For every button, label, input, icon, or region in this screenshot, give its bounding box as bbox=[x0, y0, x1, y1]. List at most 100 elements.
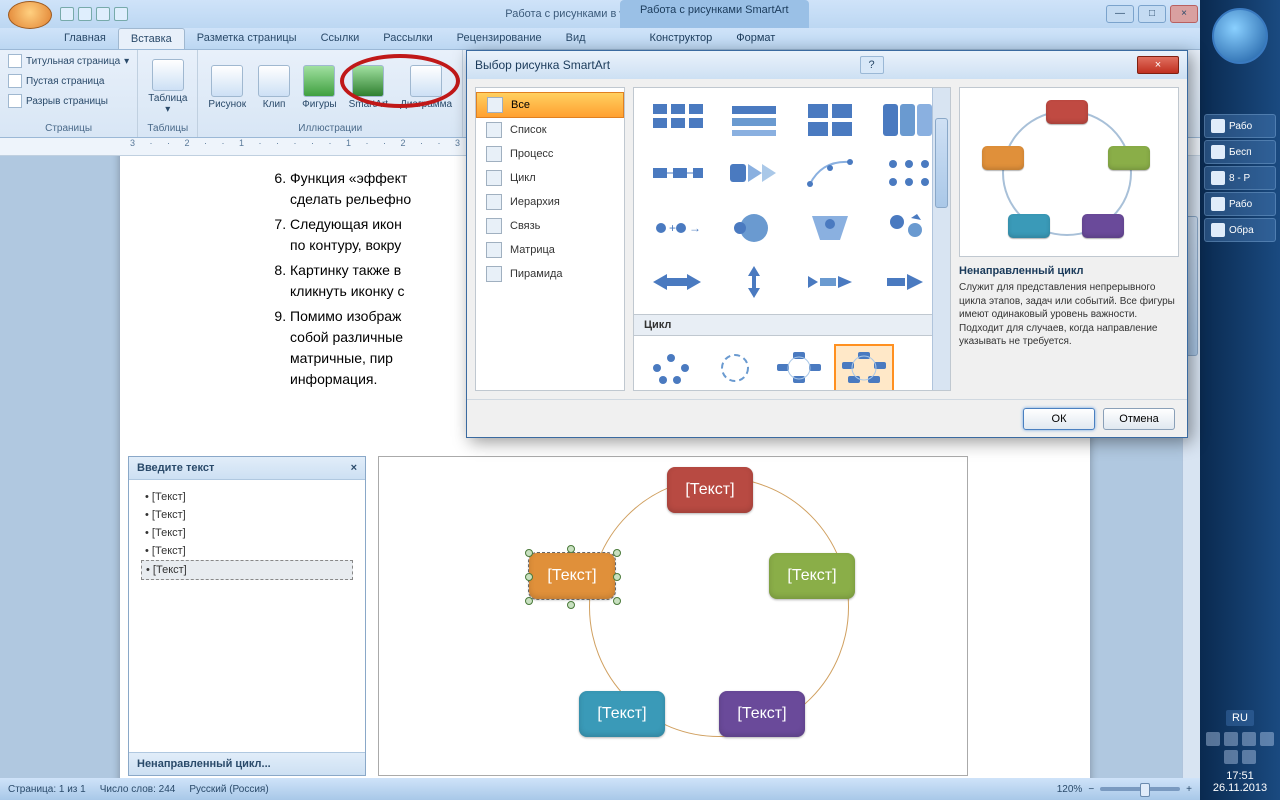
status-words[interactable]: Число слов: 244 bbox=[100, 784, 176, 795]
status-page[interactable]: Страница: 1 из 1 bbox=[8, 784, 86, 795]
smartart-canvas[interactable]: [Текст] [Текст] [Текст] [Текст] [Текст] bbox=[378, 456, 968, 776]
app-icon bbox=[1211, 197, 1225, 211]
language-indicator[interactable]: RU bbox=[1226, 710, 1254, 726]
cycle-node-1[interactable]: [Текст] bbox=[667, 467, 753, 513]
smartart-button[interactable]: SmartArt bbox=[345, 63, 392, 112]
tab-review[interactable]: Рецензирование bbox=[445, 28, 554, 49]
cat-relation[interactable]: Связь bbox=[476, 214, 624, 238]
zoom-level[interactable]: 120% bbox=[1057, 784, 1083, 795]
taskbar-item[interactable]: Обра bbox=[1204, 218, 1276, 242]
category-list: Все Список Процесс Цикл Иерархия Связь М… bbox=[475, 87, 625, 391]
layout-thumb[interactable] bbox=[795, 258, 866, 306]
cycle-node-2[interactable]: [Текст] bbox=[769, 553, 855, 599]
tab-mailings[interactable]: Рассылки bbox=[371, 28, 444, 49]
maximize-button[interactable]: □ bbox=[1138, 5, 1166, 23]
picture-button[interactable]: Рисунок bbox=[204, 63, 250, 112]
app-icon bbox=[1211, 119, 1225, 133]
preview-pane: Ненаправленный цикл Служит для представл… bbox=[959, 87, 1179, 391]
text-item[interactable]: [Текст] bbox=[141, 488, 353, 506]
layout-thumb[interactable] bbox=[770, 344, 828, 391]
taskbar-item[interactable]: Рабо bbox=[1204, 114, 1276, 138]
blank-page-button[interactable]: Пустая страница bbox=[6, 72, 106, 90]
tab-design[interactable]: Конструктор bbox=[638, 28, 725, 49]
start-button[interactable] bbox=[1212, 8, 1268, 64]
layout-thumb[interactable] bbox=[642, 150, 713, 198]
cancel-button[interactable]: Отмена bbox=[1103, 408, 1175, 430]
shapes-button[interactable]: Фигуры bbox=[298, 63, 340, 112]
pyramid-icon bbox=[486, 266, 502, 282]
smartart-icon bbox=[352, 65, 384, 97]
status-lang[interactable]: Русский (Россия) bbox=[189, 784, 268, 795]
cat-process[interactable]: Процесс bbox=[476, 142, 624, 166]
system-tray: RU 17:51 26.11.2013 bbox=[1200, 698, 1280, 800]
table-button[interactable]: Таблица ▾ bbox=[144, 57, 191, 117]
cycle-node-5[interactable]: [Текст] bbox=[529, 553, 615, 599]
layout-thumb[interactable] bbox=[642, 96, 713, 144]
ok-button[interactable]: ОК bbox=[1023, 408, 1095, 430]
tab-view[interactable]: Вид bbox=[554, 28, 598, 49]
group-pages-label: Страницы bbox=[6, 122, 131, 135]
layout-thumb[interactable] bbox=[795, 204, 866, 252]
tab-insert[interactable]: Вставка bbox=[118, 28, 185, 49]
taskbar-item[interactable]: Рабо bbox=[1204, 192, 1276, 216]
zoom-out[interactable]: − bbox=[1088, 784, 1094, 795]
clip-button[interactable]: Клип bbox=[254, 63, 294, 112]
window-title: Работа с рисунками в word - Microsoft Wo… bbox=[128, 8, 1104, 20]
zoom-in[interactable]: + bbox=[1186, 784, 1192, 795]
blank-icon bbox=[8, 74, 22, 88]
layout-thumb[interactable]: +→ bbox=[642, 204, 713, 252]
cycle-node-3[interactable]: [Текст] bbox=[719, 691, 805, 737]
ribbon-tabs: Главная Вставка Разметка страницы Ссылки… bbox=[0, 28, 1200, 50]
layout-gallery[interactable]: +→ Цикл bbox=[633, 87, 951, 391]
cat-cycle[interactable]: Цикл bbox=[476, 166, 624, 190]
group-illustrations-label: Иллюстрации bbox=[204, 122, 456, 135]
gallery-scrollbar[interactable] bbox=[932, 88, 950, 390]
layout-thumb[interactable] bbox=[706, 344, 764, 391]
layout-thumb[interactable] bbox=[719, 96, 790, 144]
table-icon bbox=[152, 59, 184, 91]
layout-thumb-selected[interactable] bbox=[834, 344, 894, 391]
zoom-slider[interactable] bbox=[1100, 787, 1180, 791]
chart-icon bbox=[410, 65, 442, 97]
layout-thumb[interactable] bbox=[642, 344, 700, 391]
cat-pyramid[interactable]: Пирамида bbox=[476, 262, 624, 286]
taskbar-item[interactable]: 8 - Р bbox=[1204, 166, 1276, 190]
text-item[interactable]: [Текст] bbox=[141, 506, 353, 524]
close-button[interactable]: × bbox=[1170, 5, 1198, 23]
cat-all[interactable]: Все bbox=[476, 92, 624, 118]
text-pane-close[interactable]: × bbox=[351, 462, 357, 474]
preview-image bbox=[959, 87, 1179, 257]
title-page-button[interactable]: Титульная страница ▾ bbox=[6, 52, 131, 70]
cycle-node-4[interactable]: [Текст] bbox=[579, 691, 665, 737]
clock-date[interactable]: 26.11.2013 bbox=[1206, 782, 1274, 794]
taskbar-item[interactable]: Бесп bbox=[1204, 140, 1276, 164]
page-break-button[interactable]: Разрыв страницы bbox=[6, 92, 110, 110]
tray-icons[interactable] bbox=[1206, 732, 1274, 764]
matrix-icon bbox=[486, 242, 502, 258]
cat-hierarchy[interactable]: Иерархия bbox=[476, 190, 624, 214]
chart-button[interactable]: Диаграмма bbox=[396, 63, 456, 112]
tab-references[interactable]: Ссылки bbox=[309, 28, 372, 49]
tab-home[interactable]: Главная bbox=[52, 28, 118, 49]
quick-access-toolbar[interactable] bbox=[60, 7, 128, 21]
dialog-close-button[interactable]: × bbox=[1137, 56, 1179, 74]
tab-format[interactable]: Формат bbox=[724, 28, 787, 49]
cat-list[interactable]: Список bbox=[476, 118, 624, 142]
minimize-button[interactable]: — bbox=[1106, 5, 1134, 23]
layout-thumb[interactable] bbox=[795, 150, 866, 198]
layout-thumb[interactable] bbox=[795, 96, 866, 144]
text-item[interactable]: [Текст] bbox=[141, 542, 353, 560]
layout-thumb[interactable] bbox=[719, 204, 790, 252]
cat-matrix[interactable]: Матрица bbox=[476, 238, 624, 262]
contextual-tab-title: Работа с рисунками SmartArt bbox=[620, 0, 809, 28]
layout-thumb[interactable] bbox=[642, 258, 713, 306]
tab-layout[interactable]: Разметка страницы bbox=[185, 28, 309, 49]
layout-thumb[interactable] bbox=[719, 258, 790, 306]
preview-description: Служит для представления непрерывного ци… bbox=[959, 281, 1179, 349]
layout-thumb[interactable] bbox=[719, 150, 790, 198]
dialog-help-button[interactable]: ? bbox=[860, 56, 884, 74]
office-button[interactable] bbox=[8, 1, 52, 29]
text-item[interactable]: [Текст] bbox=[141, 560, 353, 580]
text-item[interactable]: [Текст] bbox=[141, 524, 353, 542]
clock-time[interactable]: 17:51 bbox=[1206, 770, 1274, 782]
